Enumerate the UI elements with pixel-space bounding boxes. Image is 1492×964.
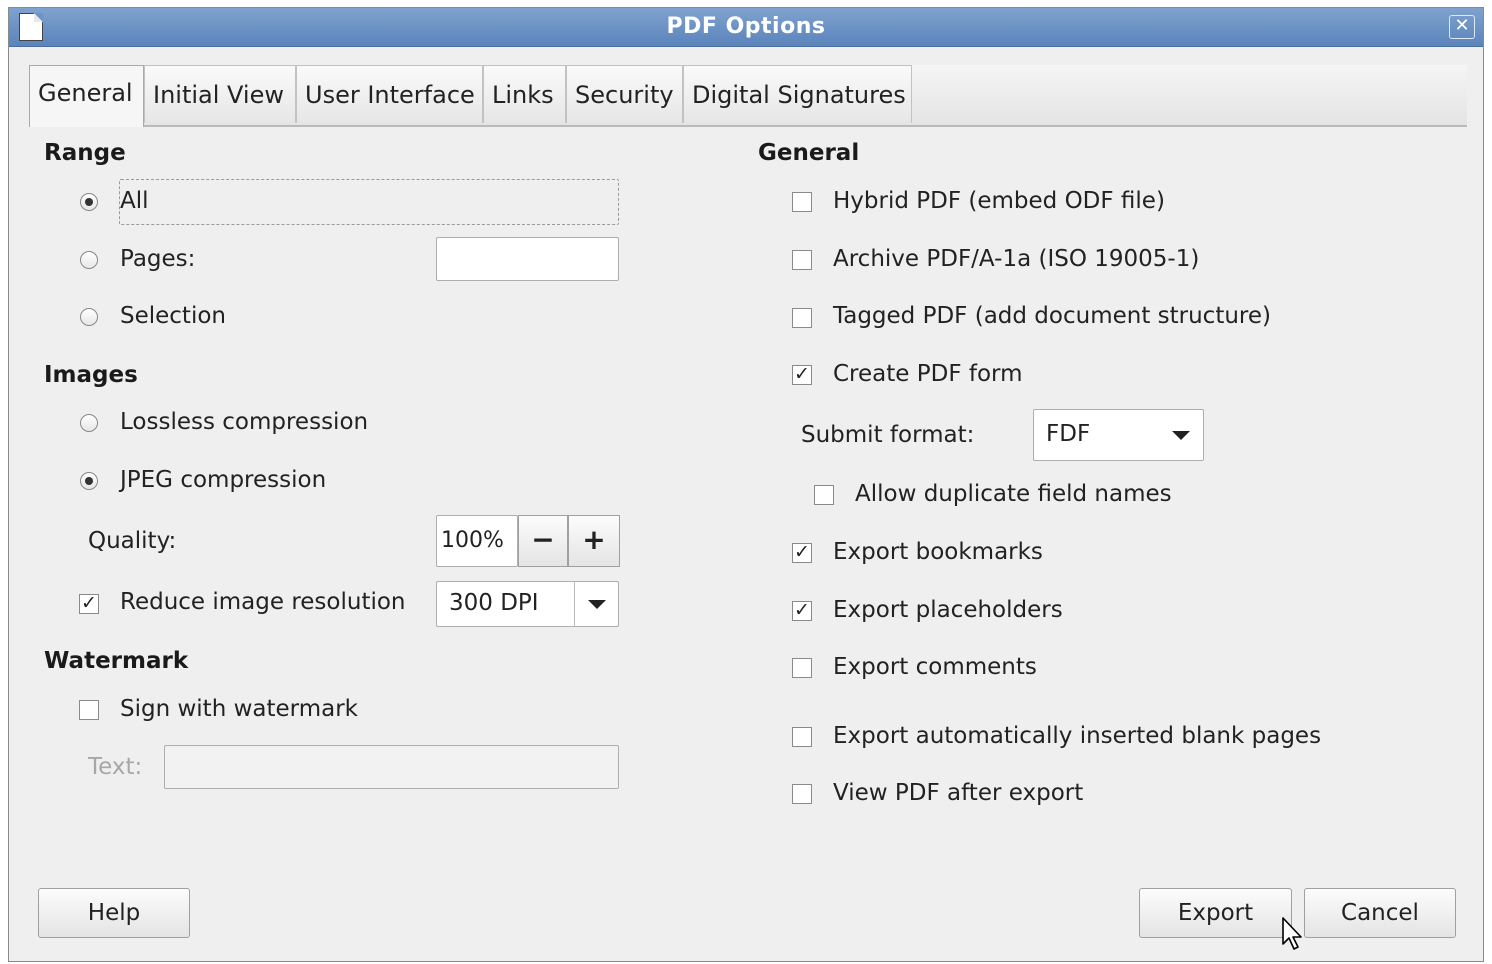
watermark-text-label: Text: — [88, 754, 143, 780]
create-form-label[interactable]: Create PDF form — [833, 359, 1022, 389]
allow-duplicate-label[interactable]: Allow duplicate field names — [855, 479, 1172, 509]
tab-general[interactable]: General — [29, 65, 144, 127]
lossless-label[interactable]: Lossless compression — [120, 407, 368, 437]
help-button[interactable]: Help — [38, 888, 190, 938]
submit-format-label: Submit format: — [801, 422, 975, 448]
images-heading: Images — [44, 362, 138, 388]
archive-pdf-checkbox[interactable] — [792, 250, 812, 270]
create-form-checkbox[interactable]: ✓ — [792, 365, 812, 385]
view-after-export-checkbox[interactable] — [792, 784, 812, 804]
cancel-button[interactable]: Cancel — [1304, 888, 1456, 938]
submit-format-value: FDF — [1046, 421, 1091, 447]
tab-security[interactable]: Security — [566, 65, 683, 123]
tab-bar: General Initial View User Interface Link… — [29, 65, 1467, 127]
window-title: PDF Options — [666, 14, 826, 39]
tab-links[interactable]: Links — [483, 65, 566, 123]
range-selection-label[interactable]: Selection — [120, 301, 226, 331]
export-bookmarks-checkbox[interactable]: ✓ — [792, 543, 812, 563]
pages-input[interactable] — [436, 237, 619, 281]
jpeg-radio[interactable] — [80, 472, 98, 490]
pdf-options-dialog: PDF Options ✕ General Initial View User … — [8, 7, 1484, 962]
submit-format-select[interactable]: FDF — [1033, 409, 1204, 461]
dropdown-arrow-icon — [588, 600, 606, 609]
dpi-select[interactable]: 300 DPI — [436, 581, 619, 627]
range-heading: Range — [44, 140, 126, 166]
all-focus-box — [119, 179, 619, 225]
export-bookmarks-label[interactable]: Export bookmarks — [833, 537, 1043, 567]
range-pages-radio[interactable] — [80, 251, 98, 269]
quality-increase-button[interactable]: + — [568, 515, 620, 567]
reduce-resolution-checkbox[interactable]: ✓ — [79, 594, 99, 614]
close-icon[interactable]: ✕ — [1449, 15, 1475, 39]
lossless-radio[interactable] — [80, 414, 98, 432]
range-all-radio[interactable] — [80, 193, 98, 211]
dropdown-divider — [574, 582, 575, 626]
hybrid-pdf-checkbox[interactable] — [792, 192, 812, 212]
range-selection-radio[interactable] — [80, 308, 98, 326]
reduce-resolution-label[interactable]: Reduce image resolution — [120, 587, 406, 617]
general-heading: General — [758, 140, 860, 166]
watermark-heading: Watermark — [44, 648, 189, 674]
title-bar: PDF Options ✕ — [9, 8, 1483, 47]
export-placeholders-label[interactable]: Export placeholders — [833, 595, 1063, 625]
quality-label: Quality: — [88, 528, 177, 554]
tab-digital-signatures[interactable]: Digital Signatures — [683, 65, 912, 123]
tab-user-interface[interactable]: User Interface — [296, 65, 483, 123]
quality-decrease-button[interactable]: − — [518, 515, 568, 567]
export-button[interactable]: Export — [1139, 888, 1292, 938]
hybrid-pdf-label[interactable]: Hybrid PDF (embed ODF file) — [833, 186, 1165, 216]
export-blank-pages-label[interactable]: Export automatically inserted blank page… — [833, 721, 1321, 751]
mouse-pointer-icon — [1282, 917, 1302, 950]
dpi-value: 300 DPI — [449, 590, 539, 616]
view-after-export-label[interactable]: View PDF after export — [833, 778, 1083, 808]
range-pages-label[interactable]: Pages: — [120, 244, 195, 274]
allow-duplicate-checkbox[interactable] — [814, 485, 834, 505]
export-comments-label[interactable]: Export comments — [833, 652, 1037, 682]
archive-pdf-label[interactable]: Archive PDF/A-1a (ISO 19005-1) — [833, 244, 1199, 274]
sign-watermark-checkbox[interactable] — [79, 700, 99, 720]
watermark-text-input[interactable] — [164, 745, 619, 789]
quality-input[interactable]: 100% — [436, 515, 518, 567]
sign-watermark-label[interactable]: Sign with watermark — [120, 694, 358, 724]
export-blank-pages-checkbox[interactable] — [792, 727, 812, 747]
tab-initial-view[interactable]: Initial View — [144, 65, 296, 123]
dropdown-arrow-icon — [1172, 431, 1190, 440]
export-placeholders-checkbox[interactable]: ✓ — [792, 601, 812, 621]
range-all-label[interactable]: All — [120, 186, 149, 216]
export-comments-checkbox[interactable] — [792, 658, 812, 678]
tagged-pdf-label[interactable]: Tagged PDF (add document structure) — [833, 301, 1271, 331]
jpeg-label[interactable]: JPEG compression — [120, 465, 326, 495]
tagged-pdf-checkbox[interactable] — [792, 308, 812, 328]
